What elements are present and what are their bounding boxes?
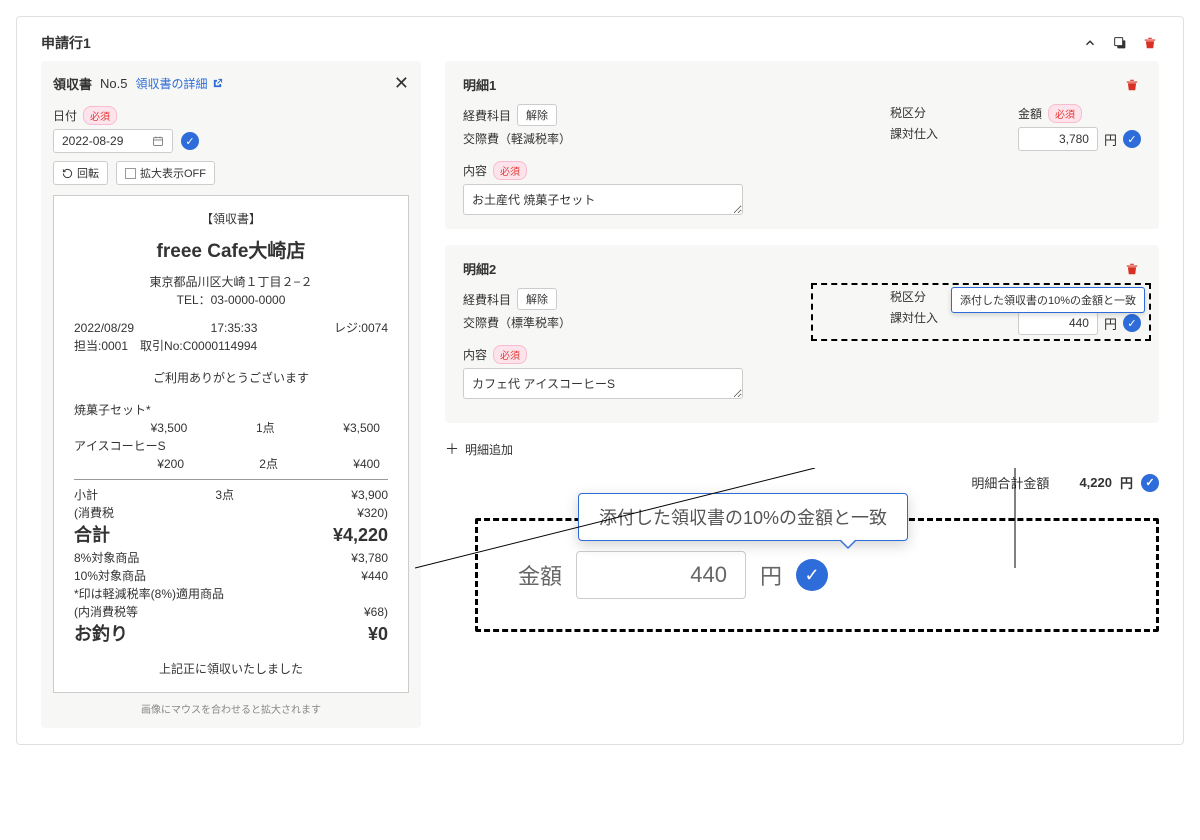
required-badge: 必須 [83,106,117,125]
date-input[interactable]: 2022-08-29 [53,129,173,153]
total-match-check-icon: ✓ [1141,474,1159,492]
detail2-amount-tooltip: 添付した領収書の10%の金額と一致 [951,287,1145,313]
expense-line-panel: 申請行1 領収書 No.5 領収書の詳細 [16,16,1184,745]
collapse-icon[interactable] [1081,34,1099,52]
detail1-tax-value: 課対仕入 [890,125,938,142]
details-column: 明細1 経費科目 解除 交際費（軽減税率） 税区分 [445,61,1159,728]
zoom-toggle-button[interactable]: 拡大表示OFF [116,161,215,185]
calendar-icon [152,135,164,147]
zoom-match-check-icon: ✓ [796,559,828,591]
delete-line-icon[interactable] [1141,34,1159,52]
totals-row: 明細合計金額 4,220 円 ✓ [445,473,1159,492]
receipt-img-address: 東京都品川区大崎１丁目２−２ [74,273,388,291]
detail2-unlink-button[interactable]: 解除 [517,288,557,310]
delete-detail1-icon[interactable] [1123,76,1141,94]
receipt-detail-link[interactable]: 領収書の詳細 [135,75,222,92]
panel-header: 申請行1 [41,33,1159,53]
detail-block-1: 明細1 経費科目 解除 交際費（軽減税率） 税区分 [445,61,1159,229]
date-label: 日付 [53,107,77,124]
detail1-unlink-button[interactable]: 解除 [517,104,557,126]
receipt-panel: 領収書 No.5 領収書の詳細 ✕ 日付 必須 2022-08-29 [41,61,421,728]
zoom-callout: 添付した領収書の10%の金額と一致 金額 440 円 ✓ [445,518,1159,632]
plus-icon: ＋ [445,439,459,459]
receipt-img-store: freee Cafe大崎店 [74,238,388,267]
receipt-number: No.5 [100,76,127,91]
detail1-title: 明細1 [463,75,496,94]
receipt-title: 領収書 [53,74,92,93]
panel-title: 申請行1 [41,33,91,53]
receipt-img-header: 【領収書】 [74,210,388,228]
detail1-match-check-icon: ✓ [1123,130,1141,148]
detail1-amount-input[interactable]: 3,780 [1018,127,1098,151]
zoom-amount-input[interactable]: 440 [576,551,746,599]
detail-block-2: 明細2 添付した領収書の10%の金額と一致 経費科目 解除 交際費（標準税率） [445,245,1159,423]
zoom-tooltip: 添付した領収書の10%の金額と一致 [578,493,908,541]
detail2-content-input[interactable]: カフェ代 アイスコーヒーS [463,368,743,399]
rotate-button[interactable]: 回転 [53,161,108,185]
delete-detail2-icon[interactable] [1123,260,1141,278]
receipt-caption: 画像にマウスを合わせると拡大されます [53,701,409,716]
receipt-img-tel: TEL：03-0000-0000 [74,291,388,309]
add-detail-button[interactable]: ＋ 明細追加 [445,439,1159,459]
close-icon[interactable]: ✕ [394,73,409,94]
checkbox-icon [125,168,136,179]
detail2-account-value: 交際費（標準税率） [463,314,571,331]
detail1-content-input[interactable]: お土産代 焼菓子セット [463,184,743,215]
copy-icon[interactable] [1111,34,1129,52]
receipt-image: 【領収書】 freee Cafe大崎店 東京都品川区大崎１丁目２−２ TEL：0… [53,195,409,693]
detail2-title: 明細2 [463,259,496,278]
zoom-amount-label: 金額 [518,559,562,591]
rotate-icon [62,168,73,179]
detail1-account-value: 交際費（軽減税率） [463,130,571,147]
date-match-check-icon: ✓ [181,132,199,150]
